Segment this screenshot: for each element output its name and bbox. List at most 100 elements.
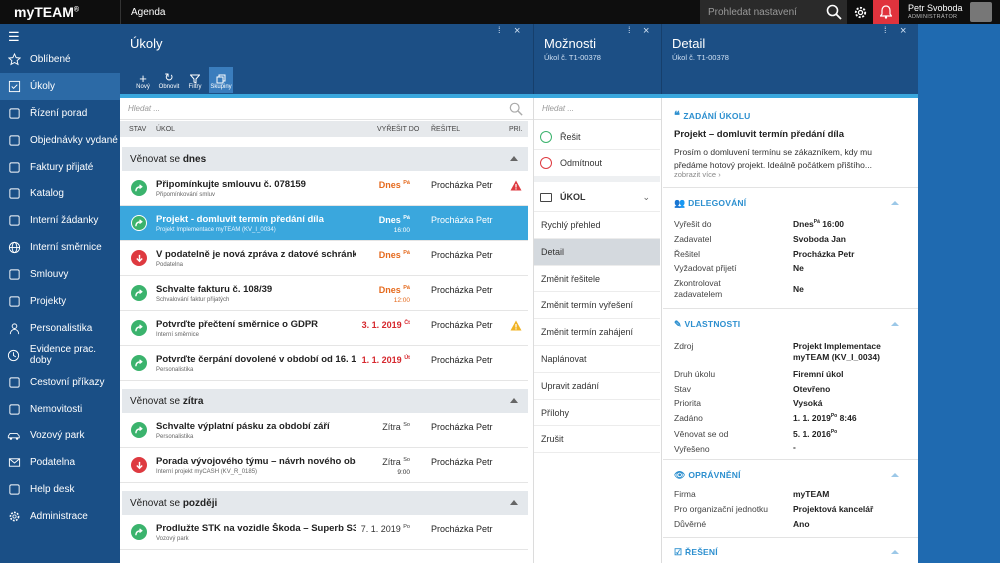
table-row[interactable]: Potvrďte čerpání dovolené v období od 16… <box>120 346 528 381</box>
option-item[interactable]: Změnit termín vyřešení <box>534 292 660 320</box>
chevron-up-icon[interactable] <box>891 322 899 326</box>
star-icon <box>6 52 22 66</box>
option-item[interactable]: Naplánovat <box>534 346 660 373</box>
sidebar-item-6[interactable]: Interní žádanky <box>0 207 120 234</box>
sidebar-item-12[interactable]: Cestovní příkazy <box>0 369 120 396</box>
chevron-up-icon[interactable] <box>891 550 899 554</box>
chevron-up-icon[interactable] <box>510 398 518 403</box>
more-icon[interactable]: ⁞ <box>628 25 631 35</box>
agenda-tab[interactable]: Agenda <box>120 0 700 24</box>
reseni-heading[interactable]: ☑ ŘEŠENÍ <box>674 547 718 558</box>
option-item[interactable]: Detail <box>534 238 660 266</box>
column-due[interactable]: VYŘEŠIT DO <box>377 126 419 133</box>
task-source: Personalistika <box>156 434 194 440</box>
table-row[interactable]: Porada vývojového týmu – návrh nového ob… <box>120 448 528 483</box>
sidebar-item-5[interactable]: Katalog <box>0 180 120 207</box>
value-vyzadovat-prijeti: Ne <box>793 263 804 273</box>
filter-button[interactable]: Filtry <box>183 67 207 93</box>
table-row[interactable]: Schvalte výplatní pásku za období září Pe… <box>120 413 528 448</box>
option-item[interactable]: Zrušit <box>534 426 660 454</box>
label-stav: Stav <box>674 384 692 394</box>
close-icon[interactable]: × <box>900 25 906 37</box>
group-header-tomorrow[interactable]: Věnovat se zítra <box>122 389 528 413</box>
more-icon[interactable]: ⁞ <box>498 25 501 35</box>
delegovani-heading[interactable]: 👥 DELEGOVÁNÍ <box>674 198 746 209</box>
column-resitel[interactable]: ŘEŠITEL <box>431 126 460 133</box>
option-item[interactable]: Rychlý přehled <box>534 212 660 239</box>
option-item[interactable]: Přílohy <box>534 400 660 427</box>
vlastnosti-heading[interactable]: ✎ VLASTNOSTI <box>674 319 740 330</box>
close-icon[interactable]: × <box>514 25 520 37</box>
close-icon[interactable]: × <box>643 25 649 37</box>
search-icon[interactable] <box>509 102 523 119</box>
avatar[interactable] <box>970 2 992 22</box>
sidebar-item-1[interactable]: Úkoly <box>0 72 120 100</box>
chevron-up-icon[interactable] <box>891 473 899 477</box>
chevron-down-icon[interactable]: ⌄ <box>642 192 650 203</box>
bell-icon[interactable] <box>873 0 899 24</box>
sidebar-item-0[interactable]: Oblíbené <box>0 46 120 73</box>
chevron-up-icon[interactable] <box>891 201 899 205</box>
sidebar-item-13[interactable]: Nemovitosti <box>0 396 120 423</box>
sidebar-item-17[interactable]: Administrace <box>0 503 120 530</box>
table-row[interactable]: Schvalte fakturu č. 108/39 Schvalování fa… <box>120 276 528 311</box>
column-stav[interactable]: STAV <box>129 126 146 133</box>
tasks-search-input[interactable]: Hledat ... <box>120 98 533 120</box>
chevron-up-icon[interactable] <box>510 500 518 505</box>
option-item[interactable]: Změnit termín zahájení <box>534 319 660 346</box>
sidebar-item-label: Administrace <box>30 511 88 523</box>
sidebar-item-10[interactable]: Personalistika <box>0 315 120 342</box>
task-title: Schvalte výplatní pásku za období září <box>156 421 330 432</box>
value-firma: myTEAM <box>793 489 830 499</box>
sidebar-item-7[interactable]: Interní směrnice <box>0 234 120 261</box>
table-row[interactable]: Projekt - domluvit termín předání díla Pr… <box>120 206 528 241</box>
mail-icon <box>6 456 22 470</box>
sidebar-item-8[interactable]: Smlouvy <box>0 261 120 288</box>
app-logo[interactable]: myTEAM® <box>14 4 79 20</box>
menu-icon[interactable]: ☰ <box>8 29 20 45</box>
task-due: Dnes Pá <box>378 250 410 260</box>
show-more-link[interactable]: zobrazit více › <box>674 170 721 179</box>
travel-icon <box>6 375 22 389</box>
opravneni-heading[interactable]: 👁 OPRÁVNĚNÍ <box>674 470 741 481</box>
order-icon <box>6 133 22 147</box>
reject-button[interactable]: Odmítnout <box>534 150 660 182</box>
ukol-section-header[interactable]: ÚKOL ⌄ <box>534 184 660 212</box>
chevron-up-icon[interactable] <box>510 156 518 161</box>
user-info[interactable]: Petr Svoboda ADMINISTRÁTOR <box>908 4 963 22</box>
option-item[interactable]: Upravit zadání <box>534 373 660 400</box>
gear-icon[interactable] <box>847 0 873 24</box>
refresh-button[interactable]: ↻ Obnovit <box>157 67 181 93</box>
sidebar-item-9[interactable]: Projekty <box>0 288 120 315</box>
table-row[interactable]: Připomínkujte smlouvu č. 078159 Připomínk… <box>120 171 528 206</box>
table-row[interactable]: Potvrďte přečtení směrnice o GDPR Interní… <box>120 311 528 346</box>
priority-medium-icon <box>510 320 522 332</box>
sidebar-item-2[interactable]: Řízení porad <box>0 100 120 127</box>
sidebar-item-label: Evidence prac. doby <box>29 344 97 367</box>
sidebar-item-15[interactable]: Podatelna <box>0 449 120 476</box>
more-icon[interactable]: ⁞ <box>884 25 887 35</box>
column-priority[interactable]: PRI. <box>509 126 523 133</box>
options-search-input[interactable]: Hledat ... <box>534 98 661 120</box>
groups-button[interactable]: Skupiny <box>209 67 233 93</box>
detail-title: Detail <box>672 36 706 51</box>
option-item[interactable]: Změnit řešitele <box>534 266 660 293</box>
sidebar-item-label: Interní žádanky <box>30 215 99 227</box>
sidebar-item-11[interactable]: Evidence prac. doby <box>0 342 120 369</box>
search-icon[interactable] <box>821 0 847 24</box>
table-row[interactable]: Prodlužte STK na vozidle Škoda – Superb … <box>120 515 528 550</box>
sidebar-item-4[interactable]: Faktury přijaté <box>0 154 120 181</box>
outgoing-arrow-icon <box>131 524 147 540</box>
label-priorita: Priorita <box>674 398 701 408</box>
resolve-button[interactable]: Řešit <box>534 124 660 150</box>
task-title: Připomínkujte smlouvu č. 078159 <box>156 179 306 190</box>
group-header-later[interactable]: Věnovat se později <box>122 491 528 515</box>
column-ukol[interactable]: ÚKOL <box>156 126 175 133</box>
sidebar-item-14[interactable]: Vozový park <box>0 422 120 449</box>
value-org-jednotka: Projektová kancelář <box>793 504 874 514</box>
sidebar-item-16[interactable]: Help desk <box>0 476 120 503</box>
table-row[interactable]: V podatelně je nová zpráva z datové schr… <box>120 241 528 276</box>
new-button[interactable]: + Nový <box>131 67 155 93</box>
group-header-today[interactable]: Věnovat se dnes <box>122 147 528 171</box>
sidebar-item-3[interactable]: Objednávky vydané <box>0 127 120 154</box>
